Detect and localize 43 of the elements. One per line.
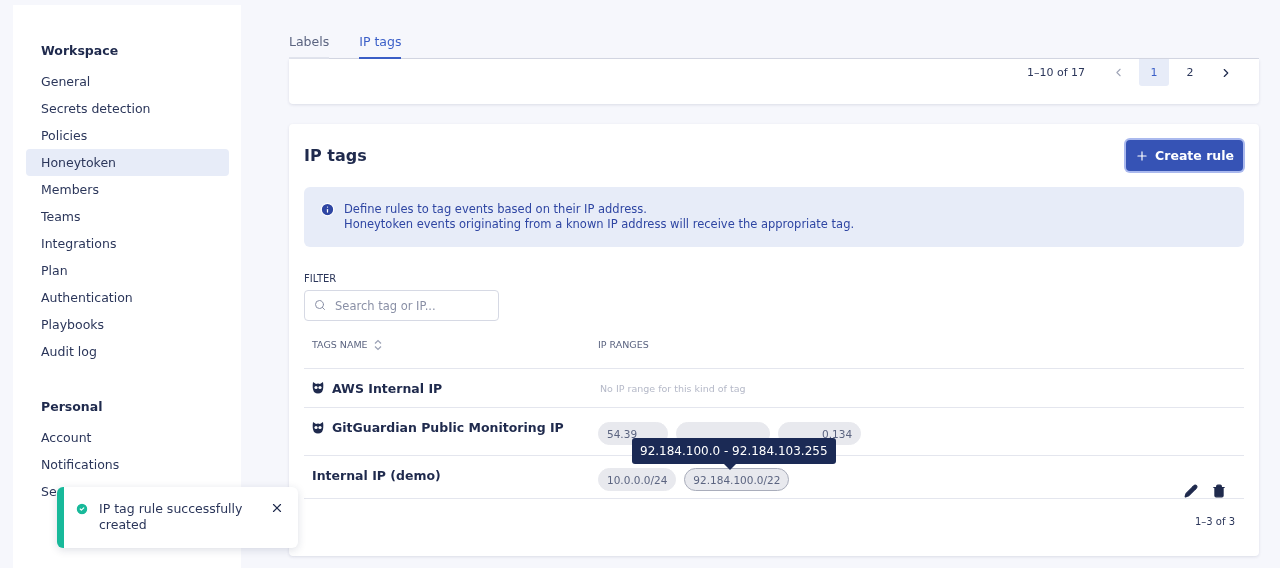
- create-rule-button[interactable]: Create rule: [1126, 140, 1243, 171]
- sidebar-item[interactable]: Authentication: [26, 284, 229, 311]
- page-button[interactable]: 1: [1139, 59, 1169, 86]
- sidebar-item[interactable]: Integrations: [26, 230, 229, 257]
- tag-name: AWS Internal IP: [332, 380, 443, 396]
- info-text: Define rules to tag events based on their IP address. Honeytoken events originating from a known IP address will receive the appropriate tag.: [344, 202, 855, 232]
- column-header: IP RANGES: [598, 339, 649, 350]
- table-pagination-range: 1–3 of 3: [1193, 515, 1236, 527]
- sidebar-item[interactable]: Honeytoken: [26, 149, 229, 176]
- success-icon: [75, 502, 89, 516]
- tag-name: Internal IP (demo): [312, 468, 441, 483]
- owl-icon: [312, 420, 324, 435]
- column-header[interactable]: TAGS NAME: [312, 339, 368, 350]
- card-title: IP tags: [304, 146, 367, 165]
- page-button[interactable]: 2: [1175, 59, 1205, 86]
- ip-range-chip[interactable]: 10.0.0.0/24: [598, 468, 677, 491]
- tooltip: 92.184.100.0 - 92.184.103.255: [632, 438, 836, 470]
- empty-note: No IP range for this kind of tag: [599, 382, 747, 394]
- plus-icon: [1135, 148, 1150, 163]
- tag-name: GitGuardian Public Monitoring IP: [332, 420, 564, 435]
- sidebar-item[interactable]: Account: [26, 424, 229, 451]
- sidebar-item[interactable]: Audit log: [26, 338, 229, 365]
- info-icon: [320, 202, 335, 217]
- toast-message: IP tag rule successfully created: [99, 501, 244, 533]
- sidebar-item[interactable]: Plan: [26, 257, 229, 284]
- sidebar-item[interactable]: Notifications: [26, 451, 229, 478]
- edit-icon[interactable]: [1184, 484, 1198, 498]
- pagination-range: 1–10 of 17: [1026, 65, 1085, 81]
- sidebar-item[interactable]: General: [26, 68, 229, 95]
- section-title: Workspace: [40, 42, 120, 60]
- sidebar-item[interactable]: Policies: [26, 122, 229, 149]
- search-icon: [314, 299, 326, 311]
- search-field[interactable]: Search tag or IP...: [304, 290, 499, 321]
- owl-icon: [312, 381, 324, 395]
- filter-label: FILTER: [304, 273, 338, 284]
- sidebar-item[interactable]: Secrets detection: [26, 95, 229, 122]
- delete-icon[interactable]: [1212, 484, 1226, 498]
- sidebar-item[interactable]: Members: [26, 176, 229, 203]
- close-icon[interactable]: [270, 501, 284, 515]
- section-title: Personal: [40, 398, 104, 416]
- sidebar-item[interactable]: Playbooks: [26, 311, 229, 338]
- ip-range-chip[interactable]: 92.184.100.0/22: [684, 468, 790, 491]
- sidebar-item[interactable]: Teams: [26, 203, 229, 230]
